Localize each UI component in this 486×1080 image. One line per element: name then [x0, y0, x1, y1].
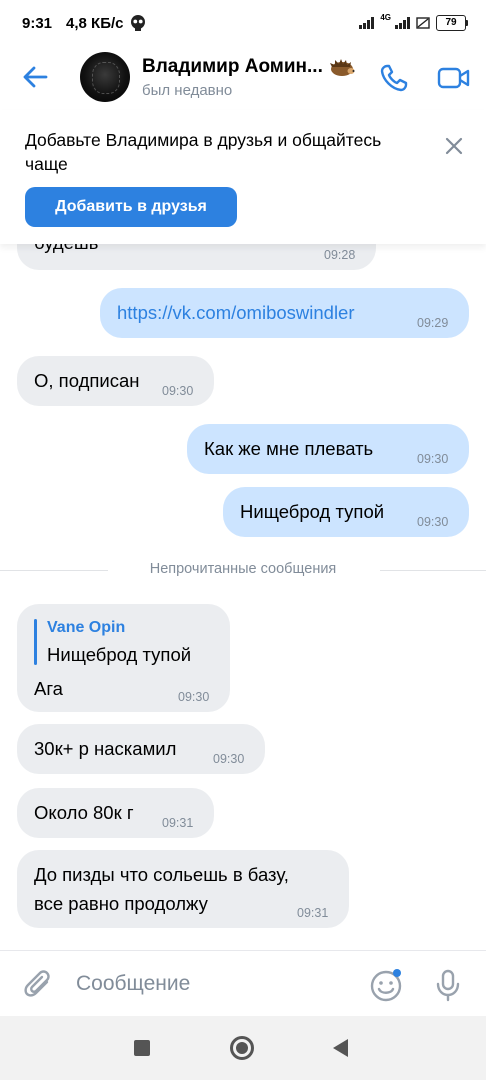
- message-time: 09:30: [162, 384, 194, 398]
- message-bubble-outgoing[interactable]: Как же мне плевать 09:30: [187, 424, 469, 474]
- status-indicators: 4G 79: [359, 12, 468, 31]
- message-time: 09:28: [324, 248, 356, 262]
- call-button[interactable]: [376, 60, 412, 96]
- signal-icon: [359, 17, 375, 29]
- message-bubble-outgoing[interactable]: https://vk.com/omiboswindler 09:29: [100, 288, 469, 338]
- add-friend-prompt: Добавьте Владимира в друзья и общайтесь …: [25, 130, 382, 174]
- phone-icon: [380, 64, 408, 92]
- message-time: 09:31: [297, 906, 329, 920]
- signal-icon-2: [395, 17, 410, 29]
- message-text-line1: До пизды что сольешь в базу,: [34, 864, 289, 885]
- message-input[interactable]: [76, 965, 346, 1003]
- attach-button[interactable]: [20, 965, 56, 1003]
- message-link[interactable]: https://vk.com/omiboswindler: [117, 302, 355, 324]
- smiley-icon: [370, 969, 402, 1002]
- message-time: 09:30: [178, 690, 210, 704]
- recent-apps-button[interactable]: [134, 1040, 150, 1056]
- message-list[interactable]: будешь 09:28 https://vk.com/omiboswindle…: [0, 244, 486, 949]
- avatar[interactable]: [80, 52, 130, 102]
- message-text: 30к+ р наскамил: [34, 738, 177, 759]
- message-bubble-outgoing[interactable]: Нищеброд тупой 09:30: [223, 487, 469, 537]
- add-friend-banner: Добавьте Владимира в друзья и общайтесь …: [0, 110, 486, 244]
- microphone-icon: [436, 969, 460, 1002]
- contact-name: Владимир Аомин...: [142, 55, 323, 77]
- video-call-button[interactable]: [434, 60, 474, 96]
- chat-header: Владимир Аомин... был недавно: [0, 46, 486, 108]
- message-time: 09:30: [213, 752, 245, 766]
- skull-icon: [130, 15, 145, 31]
- reply-quote-bar: [34, 619, 37, 665]
- reply-author[interactable]: Vane Opin: [47, 619, 125, 637]
- message-composer: [0, 950, 486, 1016]
- reply-quoted-text: Нищеброд тупой: [47, 644, 192, 665]
- message-text: Как же мне плевать: [204, 438, 374, 459]
- message-text: О, подписан: [34, 370, 140, 391]
- message-bubble-incoming[interactable]: До пизды что сольешь в базу, все равно п…: [17, 850, 349, 928]
- voice-message-button[interactable]: [430, 965, 466, 1005]
- arrow-left-icon: [23, 66, 48, 88]
- close-icon: [445, 137, 463, 155]
- message-time: 09:31: [162, 816, 194, 830]
- message-time: 09:30: [417, 515, 449, 529]
- network-type: 4G: [380, 12, 391, 22]
- message-time: 09:29: [417, 316, 449, 330]
- no-sim-icon: [416, 17, 430, 29]
- close-banner-button[interactable]: [438, 130, 470, 162]
- emoji-button[interactable]: [366, 965, 406, 1005]
- contact-info[interactable]: Владимир Аомин... был недавно: [142, 56, 372, 99]
- message-time: 09:30: [417, 452, 449, 466]
- home-button[interactable]: [230, 1036, 254, 1060]
- network-speed: 4,8 КБ/с: [66, 14, 124, 32]
- message-text: будешь: [34, 244, 98, 254]
- message-bubble-incoming[interactable]: Около 80к г 09:31: [17, 788, 214, 838]
- system-navigation-bar: [0, 1016, 486, 1080]
- battery-icon: 79: [436, 15, 468, 31]
- message-text: Ага: [34, 678, 63, 699]
- hedgehog-emoji: [329, 58, 355, 76]
- message-bubble-incoming[interactable]: 30к+ р наскамил 09:30: [17, 724, 265, 774]
- message-text: Около 80к г: [34, 802, 134, 823]
- unread-divider-label: Непрочитанные сообщения: [149, 561, 337, 577]
- add-friend-button[interactable]: Добавить в друзья: [25, 187, 237, 227]
- unread-divider: Непрочитанные сообщения: [0, 558, 486, 582]
- back-button[interactable]: [0, 46, 70, 108]
- message-text: Нищеброд тупой: [240, 501, 385, 522]
- message-bubble-incoming[interactable]: О, подписан 09:30: [17, 356, 214, 406]
- message-text-line2: все равно продолжу: [34, 893, 208, 914]
- system-back-button[interactable]: [333, 1039, 348, 1057]
- status-time: 9:31: [22, 14, 53, 32]
- battery-level: 79: [436, 15, 466, 31]
- message-bubble-incoming[interactable]: будешь 09:28: [17, 244, 376, 270]
- paperclip-icon: [24, 970, 50, 997]
- message-bubble-incoming-reply[interactable]: Vane Opin Нищеброд тупой Ага 09:30: [17, 604, 230, 712]
- status-bar: 9:31 4,8 КБ/с 4G 79: [0, 0, 486, 46]
- video-camera-icon: [437, 67, 470, 89]
- contact-last-seen: был недавно: [142, 81, 233, 99]
